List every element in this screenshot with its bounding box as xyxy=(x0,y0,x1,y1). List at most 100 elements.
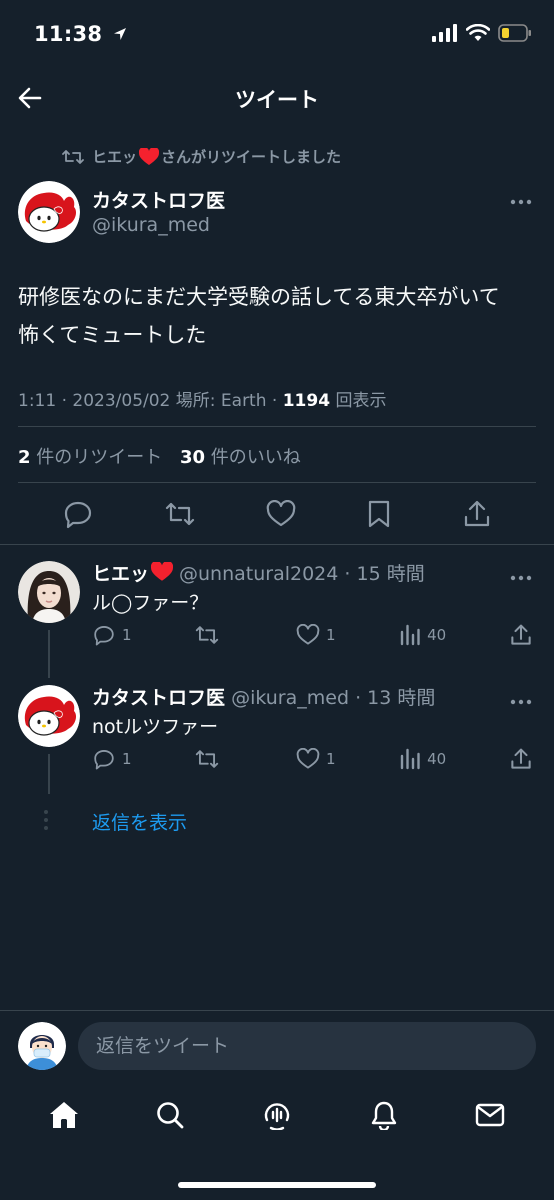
share-icon xyxy=(464,500,489,527)
likes-label: 件のいいね xyxy=(205,447,301,468)
views-icon xyxy=(400,624,420,646)
author-name[interactable]: カタストロフ医 xyxy=(92,186,225,213)
heart-icon xyxy=(150,560,174,581)
reply-reply-button[interactable]: 1 xyxy=(92,624,193,646)
view-count: 40 xyxy=(427,626,447,644)
view-count: 40 xyxy=(427,750,447,768)
share-icon xyxy=(511,624,531,645)
show-replies-link[interactable]: 返信を表示 xyxy=(92,808,187,835)
bookmark-icon xyxy=(369,500,390,528)
retweets-link[interactable]: 2 件のリツイート xyxy=(18,447,162,468)
thread-line xyxy=(48,630,50,678)
reply-count: 1 xyxy=(122,750,132,768)
like-icon xyxy=(296,624,320,645)
my-avatar[interactable] xyxy=(18,1022,66,1070)
retweets-count: 2 xyxy=(18,447,31,468)
like-icon xyxy=(266,499,296,527)
retweet-icon xyxy=(165,502,194,526)
tab-messages[interactable] xyxy=(474,1101,506,1133)
status-time-text: 11:38 xyxy=(34,22,103,46)
bottom-tab-bar xyxy=(0,1094,554,1140)
tweet-actions xyxy=(0,496,554,536)
reply-actions: 1 1 40 xyxy=(92,622,532,648)
home-icon xyxy=(49,1102,78,1128)
like-button[interactable] xyxy=(266,499,296,532)
share-button[interactable] xyxy=(463,499,491,533)
reply-icon xyxy=(65,501,92,529)
divider xyxy=(0,544,554,545)
reply-author-name[interactable]: カタストロフ医 xyxy=(92,687,225,709)
reply-time: · 13 時間 xyxy=(355,687,436,709)
reply-author-handle[interactable]: @ikura_med xyxy=(231,687,349,709)
like-count: 1 xyxy=(326,626,336,644)
retweet-button[interactable] xyxy=(164,500,196,532)
more-button[interactable] xyxy=(510,190,532,209)
reply-like-button[interactable]: 1 xyxy=(296,748,399,770)
tab-search[interactable] xyxy=(155,1100,185,1134)
status-icons xyxy=(432,24,532,42)
tweet-time[interactable]: 1:11 · 2023/05/02 xyxy=(18,391,170,411)
reply-views-button[interactable]: 40 xyxy=(399,624,510,646)
engagement-counts: 2 件のリツイート 30 件のいいね xyxy=(18,443,301,469)
retweet-banner[interactable]: ヒエッ さんがリツイートしました xyxy=(62,146,341,167)
reply-time: · 15 時間 xyxy=(344,563,425,585)
retweet-icon xyxy=(195,626,219,644)
reply-retweet-button[interactable] xyxy=(193,748,296,770)
bookmark-button[interactable] xyxy=(366,499,392,533)
tweet-meta: 1:11 · 2023/05/02 場所: Earth · 1194 回表示 xyxy=(18,386,386,411)
reply-views-button[interactable]: 40 xyxy=(399,748,510,770)
reply-share-button[interactable] xyxy=(510,623,532,647)
reply-author-name[interactable]: ヒエッ xyxy=(92,563,149,585)
reply-icon xyxy=(94,626,114,646)
avatar-kitty[interactable] xyxy=(18,685,80,747)
reply-author-handle[interactable]: @unnatural2024 xyxy=(179,563,338,585)
retweeter-name: ヒエッ xyxy=(92,148,138,166)
tweet-text: 研修医なのにまだ大学受験の話してる東大卒がいて 怖くてミュートした xyxy=(18,278,538,354)
tweet-text-line1: 研修医なのにまだ大学受験の話してる東大卒がいて xyxy=(18,285,500,309)
reply-reply-button[interactable]: 1 xyxy=(92,748,193,770)
avatar-hie[interactable] xyxy=(18,561,80,623)
tab-home[interactable] xyxy=(48,1100,80,1134)
spaces-icon xyxy=(264,1103,290,1131)
tweet-text-line2: 怖くてミュートした xyxy=(18,323,207,347)
tab-spaces[interactable] xyxy=(261,1100,293,1134)
search-icon xyxy=(157,1102,184,1129)
reply-input[interactable] xyxy=(78,1022,536,1070)
reply-button[interactable] xyxy=(63,499,93,533)
retweet-banner-text: さんがリツイートしました xyxy=(161,148,342,166)
like-count: 1 xyxy=(326,750,336,768)
page-title: ツイート xyxy=(235,88,319,112)
author-handle[interactable]: @ikura_med xyxy=(92,214,210,236)
reply-actions: 1 1 40 xyxy=(92,746,532,772)
reply-more-button[interactable] xyxy=(510,690,532,709)
tweet-location: 場所: Earth · xyxy=(170,391,283,411)
more-icon xyxy=(510,575,532,581)
status-time: 11:38 xyxy=(34,22,128,46)
avatar-kitty[interactable] xyxy=(18,181,80,243)
signal-icon xyxy=(432,24,457,42)
views-label: 回表示 xyxy=(330,391,387,411)
likes-link[interactable]: 30 件のいいね xyxy=(180,447,301,468)
reply-text: ル◯ファー？ xyxy=(92,592,209,614)
notifications-icon xyxy=(371,1101,396,1132)
heart-icon xyxy=(139,147,160,165)
location-arrow-icon xyxy=(113,28,126,40)
views-count: 1194 xyxy=(282,391,331,411)
reply-header: ヒエッ @unnatural2024 · 15 時間 xyxy=(92,559,425,586)
reply-header: カタストロフ医 @ikura_med · 13 時間 xyxy=(92,683,435,710)
reply-more-button[interactable] xyxy=(510,566,532,585)
tab-notifications[interactable] xyxy=(369,1100,399,1134)
more-icon xyxy=(510,199,532,205)
more-icon xyxy=(510,699,532,705)
battery-icon xyxy=(498,24,531,42)
reply-share-button[interactable] xyxy=(510,747,532,771)
divider xyxy=(18,482,536,483)
reply-icon xyxy=(94,750,114,770)
reply-retweet-button[interactable] xyxy=(193,624,296,646)
home-indicator xyxy=(178,1182,376,1188)
views-icon xyxy=(400,748,420,770)
likes-count: 30 xyxy=(180,447,206,468)
divider xyxy=(0,1010,554,1011)
reply-like-button[interactable]: 1 xyxy=(296,624,399,646)
like-icon xyxy=(296,748,320,769)
